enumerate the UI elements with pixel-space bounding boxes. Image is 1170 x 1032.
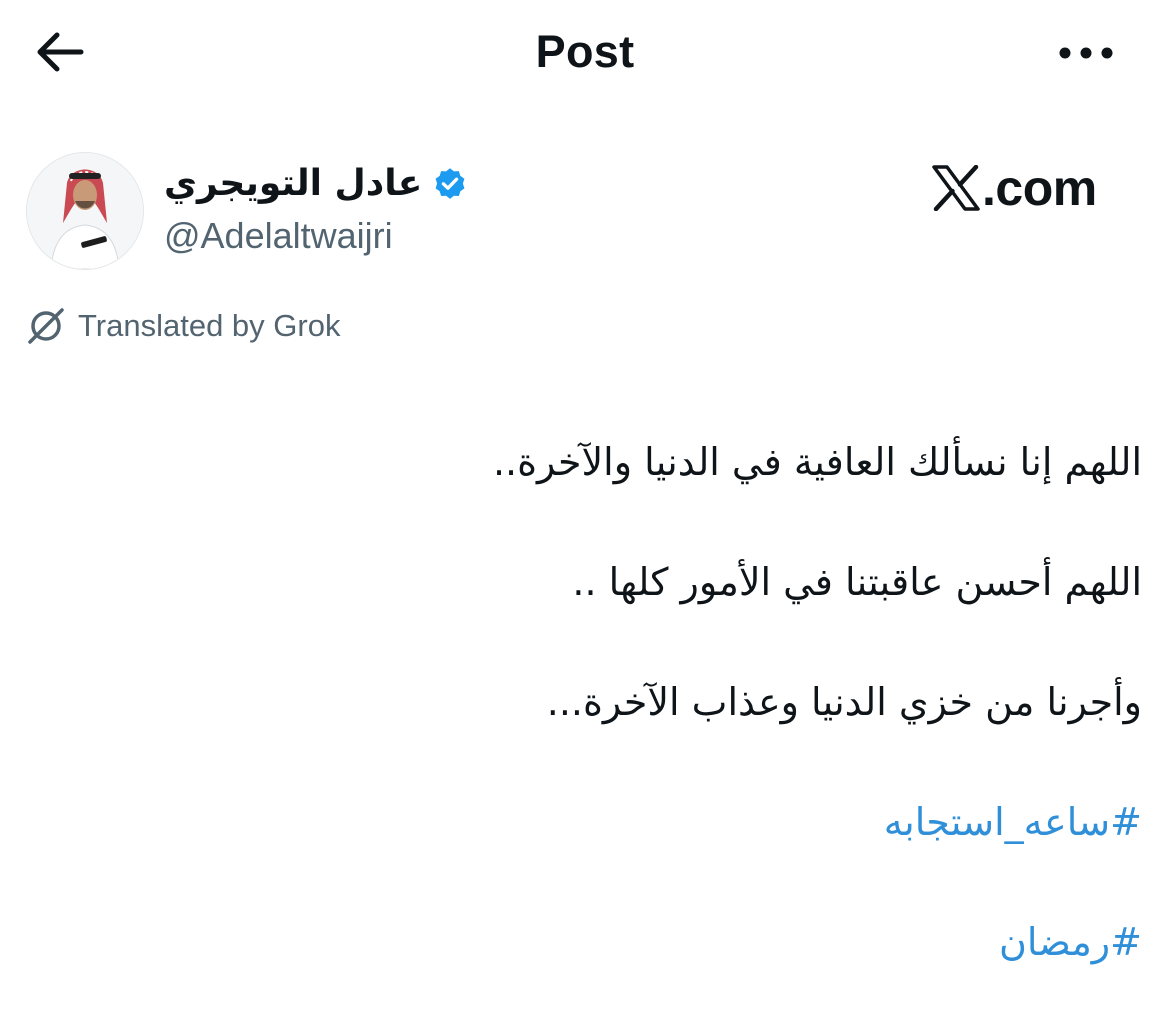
post-line: اللهم إنا نسألك العافية في الدنيا والآخر… [492,440,1142,484]
more-options-button[interactable] [1054,30,1118,76]
post-line: اللهم أحسن عاقبتنا في الأمور كلها .. [572,560,1142,604]
x-logo-icon [932,165,980,211]
post-body: اللهم إنا نسألك العافية في الدنيا والآخر… [242,372,1142,1032]
hashtag-link[interactable]: #ساعه_استجابه [242,792,1142,852]
page-title: Post [535,26,635,77]
post-line: وأجرنا من خزي الدنيا وعذاب الآخرة... [546,680,1142,724]
verified-badge-icon [435,168,465,199]
display-name-row[interactable]: عادل التويجري [164,160,468,208]
author-handle[interactable]: @Adelaltwaijri [164,214,393,258]
grok-icon [28,308,64,344]
more-horizontal-icon [1059,47,1113,59]
brand-text: .com [982,160,1097,216]
translated-by-text: Translated by Grok [78,308,341,343]
display-name: عادل التويجري [164,163,423,204]
avatar-image [27,153,143,269]
avatar[interactable] [26,152,144,270]
post-author: عادل التويجري @Adelaltwaijri [26,152,726,270]
translated-by-label[interactable]: Translated by Grok [26,306,340,346]
top-bar: Post [0,0,1170,105]
hashtag-link[interactable]: #رمضان [242,912,1142,972]
brand-watermark: .com [932,160,1097,216]
